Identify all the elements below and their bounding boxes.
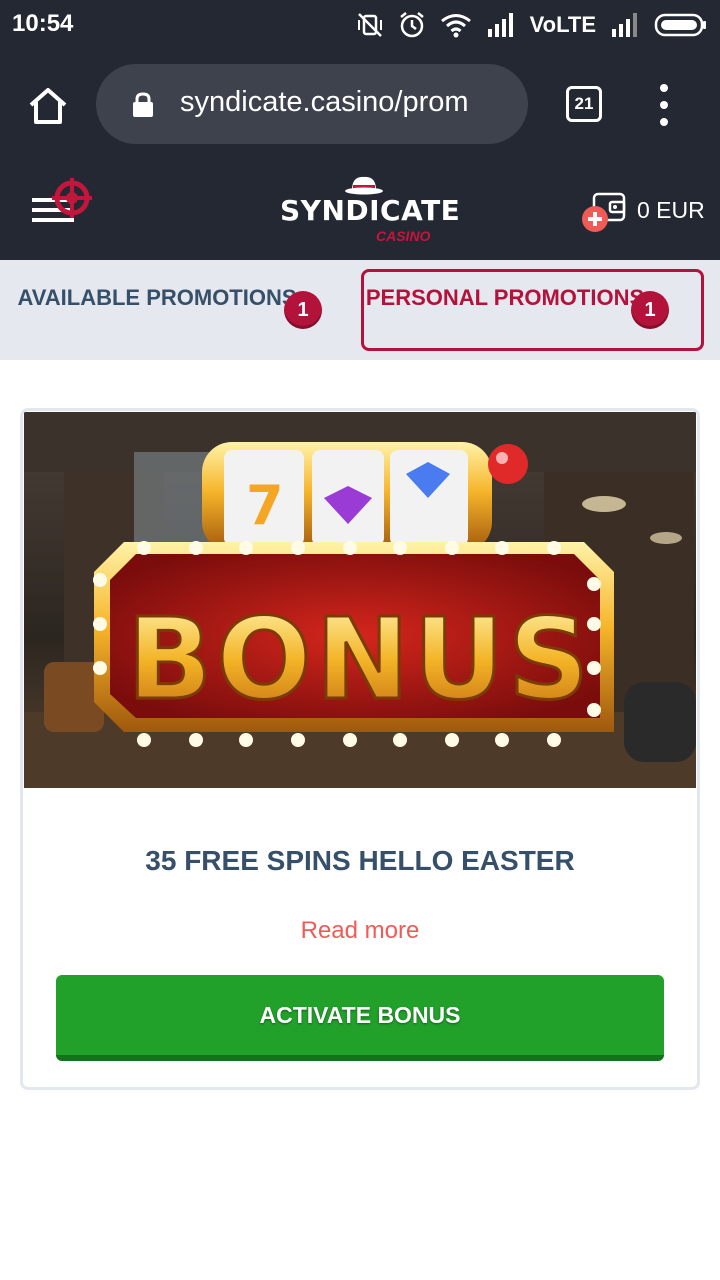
status-time: 10:54	[12, 10, 74, 37]
alarm-icon	[398, 11, 426, 39]
signal-icon	[486, 13, 516, 37]
browser-toolbar: syndicate.casino/prom 21	[0, 50, 720, 160]
network-type: VoLTE	[529, 12, 596, 37]
tab-personal-promotions[interactable]: PERSONAL PROMOTIONS 1	[361, 269, 704, 351]
banner-bonus-text: BONUS	[127, 595, 593, 725]
site-logo[interactable]: SYNDICATE CASINO	[278, 172, 460, 252]
signal-icon-2	[610, 13, 640, 37]
tab-available-promotions[interactable]: AVAILABLE PROMOTIONS 1	[14, 269, 350, 351]
promo-title: 35 FREE SPINS HELLO EASTER	[145, 845, 575, 876]
tab-label: PERSONAL PROMOTIONS	[365, 285, 645, 310]
status-icons: VoLTE	[356, 8, 708, 42]
promotion-tabs: AVAILABLE PROMOTIONS 1 PERSONAL PROMOTIO…	[0, 260, 720, 360]
promo-card: 7 BONUS 35 FREE SPINS HELLO EASTER Read …	[20, 408, 700, 1090]
status-bar: 10:54 VoLTE	[0, 0, 720, 50]
balance-display[interactable]: 0 EUR	[637, 197, 705, 224]
svg-text:7: 7	[246, 474, 284, 537]
plus-icon	[582, 206, 608, 232]
site-header: SYNDICATE CASINO 0 EUR	[0, 160, 720, 260]
address-bar[interactable]: syndicate.casino/prom	[96, 64, 528, 144]
tab-label: AVAILABLE PROMOTIONS	[17, 285, 297, 310]
lock-icon	[132, 92, 154, 123]
logo-sub-text: CASINO	[376, 228, 431, 244]
logo-main-text: SYNDICATE	[280, 194, 461, 227]
overflow-menu-icon[interactable]	[652, 84, 676, 126]
count-badge: 1	[631, 291, 669, 329]
count-badge: 1	[284, 291, 322, 329]
home-icon[interactable]	[26, 84, 70, 128]
wifi-icon	[440, 12, 472, 38]
tabs-icon[interactable]: 21	[566, 86, 602, 122]
read-more-link[interactable]: Read more	[23, 917, 697, 945]
wallet-icon[interactable]	[580, 190, 628, 234]
mute-vibrate-icon	[356, 11, 384, 39]
battery-icon	[654, 12, 708, 38]
promo-banner-image: 7 BONUS	[24, 412, 696, 788]
url-text: syndicate.casino/prom	[180, 86, 469, 118]
burger-menu-icon[interactable]	[30, 176, 94, 240]
activate-bonus-button[interactable]: ACTIVATE BONUS	[56, 975, 664, 1061]
